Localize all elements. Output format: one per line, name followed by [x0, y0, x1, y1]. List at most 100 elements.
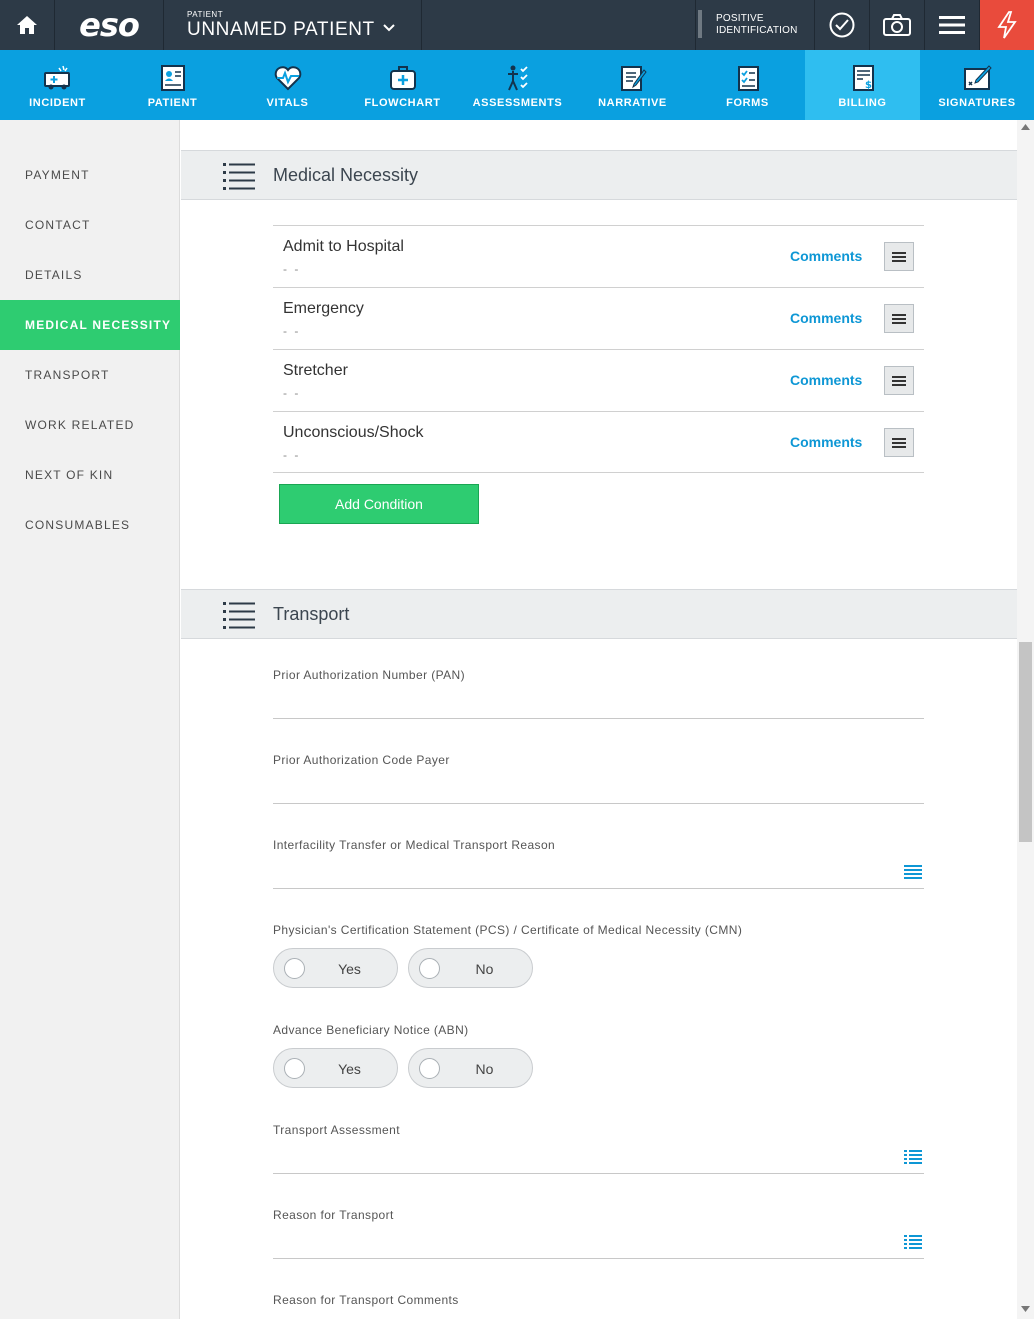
tab-incident[interactable]: INCIDENT: [0, 50, 115, 120]
condition-row: Emergency - - Comments: [273, 287, 924, 349]
condition-value: - -: [283, 262, 301, 276]
tab-label: SIGNATURES: [938, 97, 1016, 109]
body-checklist-icon: [507, 65, 528, 91]
tab-signatures[interactable]: SIGNATURES: [920, 50, 1034, 120]
tab-label: INCIDENT: [29, 97, 86, 109]
condition-name: Stretcher: [283, 362, 348, 379]
pcs-yes-option[interactable]: Yes: [273, 948, 398, 988]
transport-assessment-field[interactable]: Transport Assessment: [273, 1123, 924, 1208]
reason-for-transport-input[interactable]: [273, 1258, 924, 1259]
tab-label: PATIENT: [147, 97, 198, 109]
condition-menu-button[interactable]: [884, 428, 914, 457]
menu-button[interactable]: [925, 0, 980, 50]
patient-label: PATIENT: [187, 10, 224, 19]
sidebar-item-contact[interactable]: CONTACT: [0, 200, 180, 250]
scroll-down-icon[interactable]: [1021, 1306, 1030, 1312]
condition-menu-button[interactable]: [884, 304, 914, 333]
tab-vitals[interactable]: VITALS: [230, 50, 345, 120]
home-icon: [17, 16, 37, 34]
sidebar-item-next-of-kin[interactable]: NEXT OF KIN: [0, 450, 180, 500]
tab-forms[interactable]: FORMS: [690, 50, 805, 120]
tab-flowchart[interactable]: FLOWCHART: [345, 50, 460, 120]
condition-menu-button[interactable]: [884, 366, 914, 395]
pan-input[interactable]: [273, 718, 924, 719]
condition-menu-button[interactable]: [884, 242, 914, 271]
tab-narrative[interactable]: NARRATIVE: [575, 50, 690, 120]
sidebar-item-consumables[interactable]: CONSUMABLES: [0, 500, 180, 550]
reason-comments-field[interactable]: Reason for Transport Comments: [273, 1293, 924, 1319]
alert-button[interactable]: [980, 0, 1034, 50]
patient-name: UNNAMED PATIENT: [187, 19, 375, 40]
billing-doc-icon: $: [852, 65, 874, 91]
sidebar-item-transport[interactable]: TRANSPORT: [0, 350, 180, 400]
comments-link[interactable]: Comments: [790, 310, 862, 326]
notepad-pen-icon: [620, 66, 647, 91]
heartbeat-icon: [274, 66, 301, 91]
list-picker-icon[interactable]: [904, 1150, 922, 1164]
sidebar-item-medical-necessity[interactable]: MEDICAL NECESSITY: [0, 300, 180, 350]
tab-billing[interactable]: $ BILLING: [805, 50, 920, 120]
condition-value: - -: [283, 448, 301, 462]
scroll-up-icon[interactable]: [1021, 124, 1030, 130]
section-title: Medical Necessity: [273, 165, 419, 185]
condition-name: Emergency: [283, 300, 364, 317]
home-button[interactable]: [0, 0, 55, 50]
tab-patient[interactable]: PATIENT: [115, 50, 230, 120]
comments-link[interactable]: Comments: [790, 372, 862, 388]
tab-label: FLOWCHART: [364, 97, 441, 109]
tab-label: ASSESSMENTS: [472, 97, 563, 109]
positive-id-line1: POSITIVE: [716, 13, 764, 24]
camera-button[interactable]: [870, 0, 925, 50]
reason-for-transport-field[interactable]: Reason for Transport: [273, 1208, 924, 1293]
pan-field[interactable]: Prior Authorization Number (PAN): [273, 668, 924, 753]
medkit-icon: [389, 66, 416, 90]
checkmark-circle-icon: [829, 12, 855, 38]
abn-no-option[interactable]: No: [408, 1048, 533, 1088]
transport-assessment-input[interactable]: [273, 1173, 924, 1174]
list-picker-icon[interactable]: [904, 1235, 922, 1249]
payer-field[interactable]: Prior Authorization Code Payer: [273, 753, 924, 838]
ift-reason-input[interactable]: [273, 888, 924, 889]
comments-link[interactable]: Comments: [790, 434, 862, 450]
field-label: Physician's Certification Statement (PCS…: [273, 923, 743, 937]
patient-selector[interactable]: PATIENT UNNAMED PATIENT: [164, 0, 422, 50]
condition-row: Stretcher - - Comments: [273, 349, 924, 411]
list-picker-icon[interactable]: [904, 865, 922, 879]
hamburger-menu-icon: [892, 251, 906, 262]
tab-label: BILLING: [838, 97, 887, 109]
condition-value: - -: [283, 324, 301, 338]
abn-yes-option[interactable]: Yes: [273, 1048, 398, 1088]
comments-link[interactable]: Comments: [790, 248, 862, 264]
section-title: Transport: [273, 604, 350, 624]
add-condition-button[interactable]: Add Condition: [279, 484, 479, 524]
eso-logo: eso: [55, 0, 164, 50]
pcs-no-option[interactable]: No: [408, 948, 533, 988]
sidebar-item-details[interactable]: DETAILS: [0, 250, 180, 300]
option-label: Yes: [338, 1061, 361, 1077]
scrollbar[interactable]: [1017, 120, 1034, 1319]
payer-input[interactable]: [273, 803, 924, 804]
hamburger-menu-icon: [892, 375, 906, 386]
list-icon: [223, 602, 255, 629]
tab-label: FORMS: [726, 97, 769, 109]
svg-text:$: $: [865, 80, 872, 91]
positive-identification-button[interactable]: POSITIVE IDENTIFICATION: [695, 0, 815, 50]
validate-button[interactable]: [815, 0, 870, 50]
signature-icon: [964, 65, 992, 90]
camera-icon: [883, 14, 911, 36]
ift-reason-field[interactable]: Interfacility Transfer or Medical Transp…: [273, 838, 924, 923]
field-label: Interfacility Transfer or Medical Transp…: [273, 838, 556, 852]
main-content: Medical Necessity Admit to Hospital - - …: [181, 120, 1017, 1319]
pcs-radio-group: Physician's Certification Statement (PCS…: [273, 923, 924, 988]
option-label: No: [475, 961, 494, 977]
sidebar-item-work-related[interactable]: WORK RELATED: [0, 400, 180, 450]
sidebar-item-payment[interactable]: PAYMENT: [0, 150, 180, 200]
condition-name: Unconscious/Shock: [283, 424, 424, 441]
field-label: Reason for Transport Comments: [273, 1293, 459, 1307]
option-label: No: [475, 1061, 494, 1077]
lightning-bolt-icon: [997, 11, 1017, 39]
chevron-down-icon: [383, 24, 395, 32]
ambulance-icon: [43, 65, 70, 90]
tab-assessments[interactable]: ASSESSMENTS: [460, 50, 575, 120]
scrollbar-thumb[interactable]: [1019, 642, 1032, 842]
